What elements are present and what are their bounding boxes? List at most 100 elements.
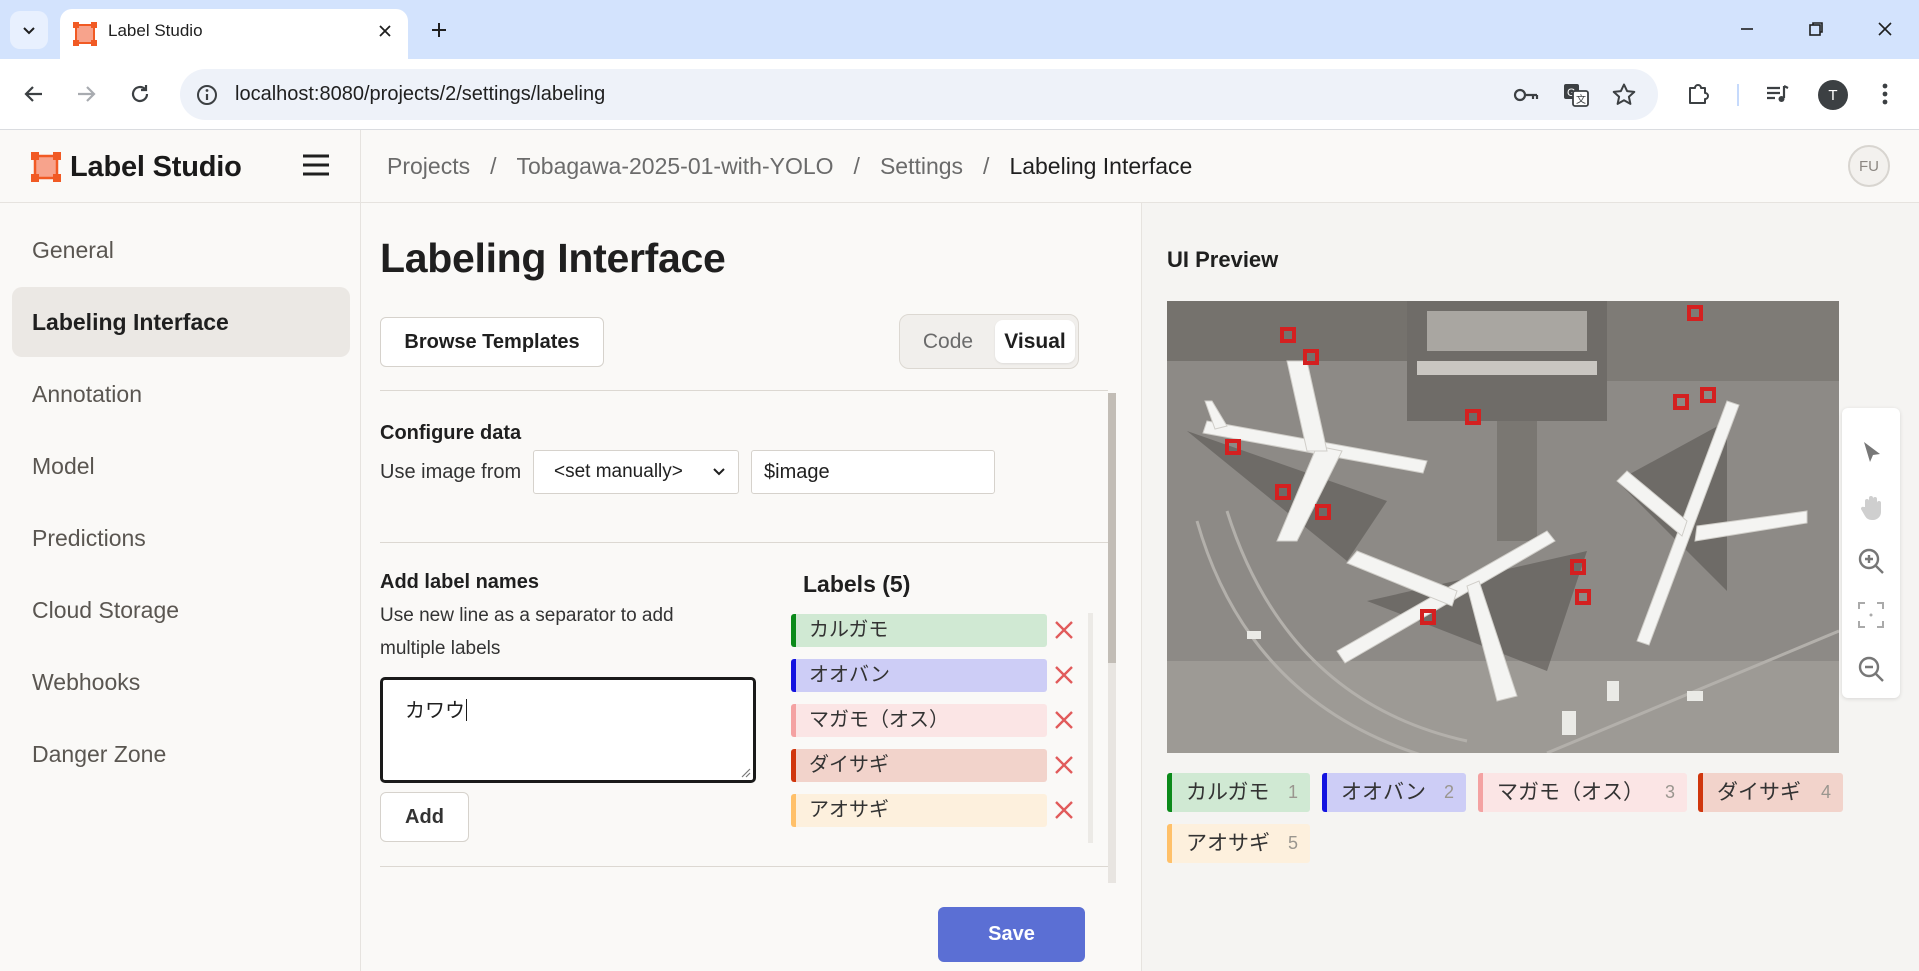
close-icon [1878, 22, 1892, 36]
translate-icon[interactable]: G文 [1562, 81, 1590, 109]
close-icon [379, 25, 391, 37]
key-icon[interactable] [1512, 81, 1540, 109]
bookmark-star-button[interactable] [1610, 81, 1638, 109]
breadcrumb-settings[interactable]: Settings [880, 153, 963, 180]
browser-menu-button[interactable] [1867, 76, 1903, 112]
configure-data-title: Configure data [380, 422, 522, 444]
browse-templates-button[interactable]: Browse Templates [380, 317, 604, 367]
label-item-4[interactable]: ダイサギ [791, 749, 1047, 782]
chip-label: マガモ（オス） [1497, 781, 1644, 804]
toolbar-divider [1737, 84, 1739, 106]
zoom-out-icon[interactable] [1856, 654, 1886, 684]
labels-list-scrollbar[interactable] [1088, 613, 1093, 843]
divider [380, 866, 1108, 867]
divider [380, 390, 1108, 391]
close-icon[interactable] [1053, 619, 1075, 641]
labeling-config-panel: Labeling Interface Browse Templates Code… [361, 203, 1141, 971]
reload-icon [131, 85, 149, 103]
sidebar-item-annotation[interactable]: Annotation [12, 359, 350, 429]
close-window-button[interactable] [1862, 10, 1908, 48]
tab-visual[interactable]: Visual [995, 320, 1075, 363]
breadcrumb-current: Labeling Interface [1009, 153, 1193, 179]
add-labels-button[interactable]: Add [380, 792, 469, 842]
image-toolbar [1842, 408, 1900, 698]
tab-search-button[interactable] [10, 11, 48, 49]
header-divider [360, 130, 361, 203]
add-labels-hint-line-2: multiple labels [380, 638, 501, 659]
restore-button[interactable] [1793, 10, 1839, 48]
close-icon[interactable] [1053, 754, 1075, 776]
hamburger-icon[interactable] [302, 153, 330, 177]
save-button[interactable]: Save [938, 907, 1085, 962]
close-icon[interactable] [1053, 709, 1075, 731]
resize-handle-icon[interactable] [739, 766, 751, 778]
breadcrumb-project[interactable]: Tobagawa-2025-01-with-YOLO [516, 153, 833, 180]
media-controls-button[interactable] [1759, 76, 1795, 112]
app-logo[interactable]: Label Studio [30, 150, 242, 184]
label-item-2[interactable]: オオバン [791, 659, 1047, 692]
breadcrumb-projects[interactable]: Projects [387, 153, 470, 180]
sidebar-item-general[interactable]: General [12, 215, 350, 285]
close-tab-button[interactable] [372, 18, 398, 44]
divider [380, 542, 1108, 543]
preview-label-chip[interactable]: オオバン 2 [1322, 773, 1466, 812]
sidebar-item-labeling-interface[interactable]: Labeling Interface [12, 287, 350, 357]
label-item-3[interactable]: マガモ（オス） [791, 704, 1047, 737]
extensions-button[interactable] [1680, 76, 1716, 112]
address-bar[interactable]: localhost:8080/projects/2/settings/label… [180, 69, 1658, 120]
preview-label-chip[interactable]: アオサギ 5 [1167, 824, 1310, 863]
chevron-down-icon [713, 468, 725, 476]
close-icon[interactable] [1053, 799, 1075, 821]
breadcrumb: Projects / Tobagawa-2025-01-with-YOLO / … [387, 130, 1192, 203]
new-tab-button[interactable] [422, 13, 456, 47]
cursor-icon[interactable] [1856, 438, 1886, 468]
data-source-select[interactable]: <set manually> [533, 450, 739, 494]
config-scrollbar[interactable] [1108, 393, 1116, 883]
browser-profile-avatar[interactable]: T [1818, 80, 1848, 110]
label-item-1[interactable]: カルガモ [791, 614, 1047, 647]
forward-button[interactable] [66, 74, 106, 114]
image-variable-input[interactable]: $image [751, 450, 995, 494]
back-button[interactable] [14, 74, 54, 114]
preview-label-chip[interactable]: カルガモ 1 [1167, 773, 1310, 812]
sidebar-item-cloud-storage[interactable]: Cloud Storage [12, 575, 350, 645]
arrow-left-icon [24, 86, 42, 102]
sidebar-item-model[interactable]: Model [12, 431, 350, 501]
sidebar-item-predictions[interactable]: Predictions [12, 503, 350, 573]
label-names-textarea[interactable]: カワウ [380, 677, 756, 783]
breadcrumb-separator: / [983, 153, 990, 179]
sidebar-item-danger-zone[interactable]: Danger Zone [12, 719, 350, 789]
browser-tab[interactable]: Label Studio [60, 9, 408, 59]
editor-mode-toggle: Code Visual [899, 314, 1079, 369]
hand-icon[interactable] [1856, 492, 1886, 522]
media-icon [1767, 85, 1789, 102]
reload-button[interactable] [120, 74, 160, 114]
textarea-value: カワウ [405, 700, 465, 722]
tab-code[interactable]: Code [910, 320, 986, 363]
close-icon[interactable] [1053, 664, 1075, 686]
preview-label-chip[interactable]: ダイサギ 4 [1698, 773, 1843, 812]
minimize-button[interactable] [1724, 10, 1770, 48]
puzzle-icon [1689, 84, 1709, 104]
label-item-5[interactable]: アオサギ [791, 794, 1047, 827]
chip-label: アオサギ [1186, 832, 1270, 855]
user-avatar[interactable]: FU [1848, 145, 1890, 187]
info-icon[interactable] [194, 82, 220, 108]
preview-image[interactable] [1167, 301, 1839, 753]
tab-title: Label Studio [108, 21, 203, 40]
zoom-in-icon[interactable] [1856, 546, 1886, 576]
fit-icon[interactable] [1856, 600, 1886, 630]
label-name: マガモ（オス） [809, 709, 949, 731]
preview-label-chip[interactable]: マガモ（オス） 3 [1478, 773, 1687, 812]
add-label-names-title: Add label names [380, 571, 539, 593]
breadcrumb-separator: / [490, 153, 497, 179]
label-name: カルガモ [809, 619, 889, 641]
chip-hotkey: 5 [1287, 833, 1298, 853]
chevron-down-icon [23, 27, 35, 35]
chip-hotkey: 2 [1443, 782, 1454, 802]
data-source-value: <set manually> [554, 461, 683, 482]
scrollbar-thumb[interactable] [1108, 393, 1116, 663]
page-title: Labeling Interface [380, 235, 726, 281]
sidebar-item-webhooks[interactable]: Webhooks [12, 647, 350, 717]
arrow-right-icon [78, 86, 96, 102]
